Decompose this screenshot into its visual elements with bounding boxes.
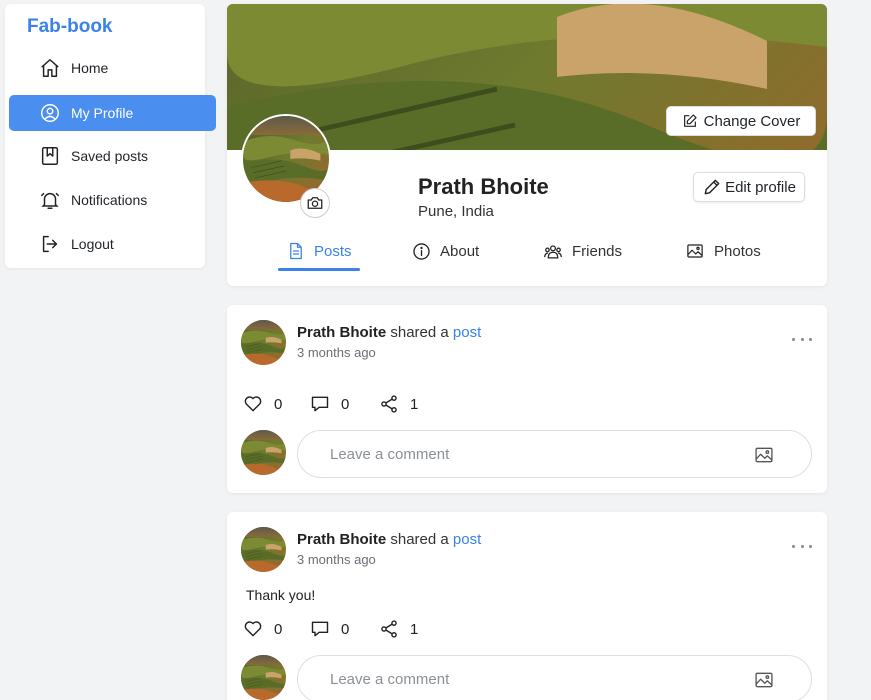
sidebar-item-label: Saved posts xyxy=(71,148,149,164)
users-icon xyxy=(544,244,562,258)
post-author-avatar[interactable] xyxy=(241,527,286,572)
home-icon xyxy=(41,59,59,77)
like-count: 0 xyxy=(274,395,283,413)
post-author-name[interactable]: Prath Bhoite xyxy=(297,531,386,548)
post-action-text: shared a xyxy=(390,531,449,548)
post-author-name[interactable]: Prath Bhoite xyxy=(297,324,386,341)
logout-icon xyxy=(42,235,58,253)
comment-button[interactable]: 0 xyxy=(309,619,349,639)
sidebar-item-notifications[interactable]: Notifications xyxy=(9,182,216,218)
post-link[interactable]: post xyxy=(453,531,481,548)
comment-count: 0 xyxy=(341,620,350,638)
post-options-button[interactable] xyxy=(792,334,812,344)
post-header: Prath Bhoite shared a post xyxy=(297,531,481,548)
sidebar-item-label: Notifications xyxy=(71,192,148,208)
sidebar-item-my-profile[interactable]: My Profile xyxy=(9,95,216,131)
edit-profile-button[interactable]: Edit profile xyxy=(693,172,805,202)
commenter-avatar xyxy=(241,655,286,700)
document-icon xyxy=(290,242,302,260)
commenter-avatar xyxy=(241,430,286,475)
like-button[interactable]: 0 xyxy=(242,619,282,639)
post-link[interactable]: post xyxy=(453,324,481,341)
tab-label: Posts xyxy=(314,242,352,260)
image-icon xyxy=(687,244,703,258)
share-count: 1 xyxy=(410,395,419,413)
edit-profile-label: Edit profile xyxy=(725,178,796,196)
active-tab-indicator xyxy=(278,268,360,271)
pencil-icon xyxy=(704,179,720,195)
tab-about[interactable]: About xyxy=(412,236,479,266)
tab-label: Friends xyxy=(572,242,623,260)
tab-label: Photos xyxy=(714,242,761,260)
like-count: 0 xyxy=(274,620,283,638)
profile-location: Pune, India xyxy=(418,203,494,220)
user-circle-icon xyxy=(41,104,59,122)
post-action-text: shared a xyxy=(390,324,449,341)
heart-icon xyxy=(244,621,262,637)
heart-icon xyxy=(244,396,262,412)
comment-input[interactable] xyxy=(330,668,730,690)
brand-logo[interactable]: Fab-book xyxy=(27,16,113,38)
comment-icon xyxy=(311,396,329,412)
profile-name: Prath Bhoite xyxy=(418,174,549,199)
change-cover-label: Change Cover xyxy=(703,112,801,130)
image-upload-icon[interactable] xyxy=(753,445,775,465)
bookmark-icon xyxy=(41,147,59,165)
post-text: Thank you! xyxy=(246,587,316,603)
bell-icon xyxy=(41,192,59,209)
change-cover-button[interactable]: Change Cover xyxy=(666,106,816,136)
edit-square-icon xyxy=(683,114,697,127)
comment-button[interactable]: 0 xyxy=(309,394,349,414)
more-dots-icon xyxy=(792,337,795,341)
comment-box xyxy=(297,430,812,478)
post-timestamp: 3 months ago xyxy=(297,552,376,567)
more-dots-icon xyxy=(792,544,795,548)
info-icon xyxy=(413,242,430,260)
sidebar-item-label: Logout xyxy=(71,236,114,252)
comment-icon xyxy=(311,621,329,637)
camera-icon xyxy=(307,197,323,209)
post-timestamp: 3 months ago xyxy=(297,345,376,360)
image-upload-icon[interactable] xyxy=(753,670,775,690)
camera-button[interactable] xyxy=(300,188,330,218)
post-header: Prath Bhoite shared a post xyxy=(297,324,481,341)
comment-input[interactable] xyxy=(330,443,730,465)
share-icon xyxy=(381,395,397,413)
sidebar: Fab-book Home My Profile Saved posts Not… xyxy=(5,4,216,268)
tab-posts[interactable]: Posts xyxy=(287,236,352,266)
sidebar-item-saved-posts[interactable]: Saved posts xyxy=(9,138,216,174)
sidebar-item-home[interactable]: Home xyxy=(9,50,216,86)
post-options-button[interactable] xyxy=(792,541,812,551)
tab-label: About xyxy=(440,242,480,260)
share-button[interactable]: 1 xyxy=(378,619,418,639)
sidebar-item-label: Home xyxy=(71,60,109,76)
share-button[interactable]: 1 xyxy=(378,394,418,414)
post-card: Prath Bhoite shared a post 3 months ago … xyxy=(227,305,827,493)
sidebar-item-label: My Profile xyxy=(71,105,134,121)
post-author-avatar[interactable] xyxy=(241,320,286,365)
share-count: 1 xyxy=(410,620,419,638)
profile-card: Change Cover Prath Bhoite Pune, India Ed… xyxy=(227,4,827,286)
sidebar-item-logout[interactable]: Logout xyxy=(9,226,216,262)
tab-friends[interactable]: Friends xyxy=(543,236,622,266)
share-icon xyxy=(381,620,397,638)
like-button[interactable]: 0 xyxy=(242,394,282,414)
tab-photos[interactable]: Photos xyxy=(685,236,761,266)
post-card: Prath Bhoite shared a post 3 months ago … xyxy=(227,512,827,700)
comment-box xyxy=(297,655,812,700)
comment-count: 0 xyxy=(341,395,350,413)
